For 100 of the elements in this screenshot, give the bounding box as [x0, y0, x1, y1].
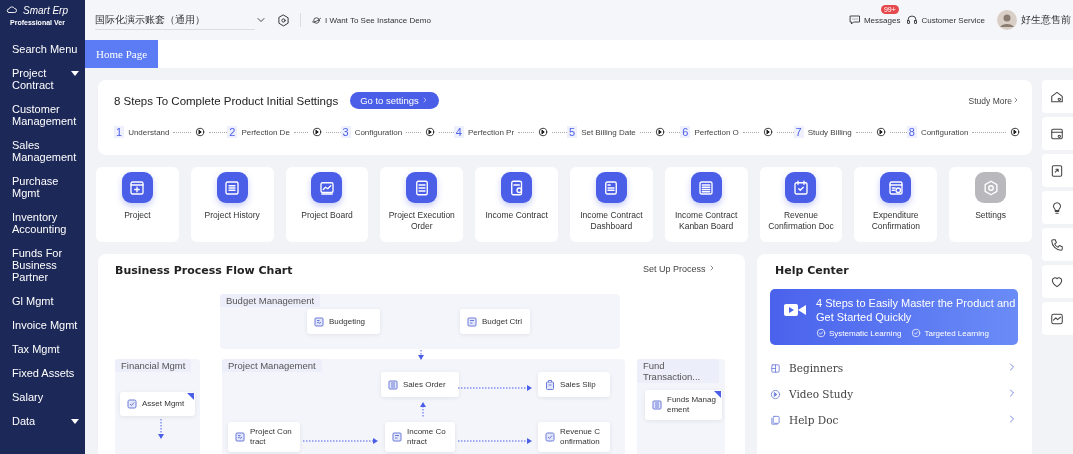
step-number: 1 [114, 126, 125, 138]
group-label: Budget Management [220, 294, 321, 307]
banner-tag: Targeted Learning [924, 328, 989, 338]
sidebar-item[interactable]: Purchase Mgmt [0, 169, 85, 205]
learning-banner[interactable]: 4 Steps to Easily Master the Product and Get Started Quickly Systematic Learning Targeted Learning [770, 289, 1018, 345]
heart-icon[interactable] [1050, 274, 1064, 289]
step-number: 7 [793, 126, 804, 138]
flow-node[interactable]: Funds Management [645, 390, 722, 420]
help-link[interactable]: Help Doc [770, 407, 1018, 433]
sidebar-item[interactable]: Gl Mgmt [0, 289, 85, 313]
group-label: Financial Mgmt [115, 359, 192, 372]
step-label[interactable]: Study Billing [807, 127, 852, 137]
list-icon [697, 178, 716, 197]
set-up-process-link[interactable]: Set Up Process [643, 264, 717, 274]
sidebar-item[interactable]: Invoice Mgmt [0, 313, 85, 337]
sidebar-item[interactable]: Fixed Assets [0, 361, 85, 385]
check-circle-icon [911, 328, 922, 338]
shortcut-tile[interactable]: Project History [190, 167, 274, 242]
headset-icon [906, 14, 919, 26]
play-circle-icon[interactable] [195, 127, 206, 137]
video-camera-icon [784, 302, 806, 318]
sidebar-item[interactable]: Data [0, 409, 85, 433]
messages-link[interactable]: Messages [863, 15, 901, 25]
play-circle-icon[interactable] [425, 127, 435, 137]
sidebar-item[interactable]: Customer Management [0, 97, 85, 133]
flow-node[interactable]: Asset Mgmt [120, 392, 195, 416]
chart-screen-icon[interactable] [1050, 311, 1064, 326]
step-label[interactable]: Configuration [354, 127, 403, 137]
step-label[interactable]: Understand [128, 127, 170, 137]
shortcut-tile[interactable]: Expenditure Confirmation [854, 167, 938, 242]
flow-node[interactable]: Income Contract [385, 422, 455, 452]
flow-arrow [158, 419, 164, 439]
group-label: Fund Transaction... [637, 359, 719, 383]
shortcut-tile[interactable]: Project [96, 167, 179, 242]
shortcut-tile[interactable]: Income Contract Dashboard [570, 167, 653, 242]
play-circle-icon[interactable] [655, 127, 666, 137]
flow-node[interactable]: Revenue Confirmation [538, 422, 610, 452]
banner-tag: Systematic Learning [829, 328, 902, 338]
planet-icon [311, 14, 322, 26]
step-number: 8 [906, 126, 917, 138]
step-label[interactable]: Perfection Pr [467, 127, 515, 137]
sidebar-item[interactable]: Funds For Business Partner [0, 241, 85, 289]
step-number: 4 [453, 126, 464, 138]
section-title: Help Center [774, 263, 850, 279]
go-to-settings-button[interactable]: Go to settings [350, 92, 440, 109]
play-circle-icon [770, 388, 781, 400]
sidebar-item[interactable]: Salary [0, 385, 85, 409]
customer-service-link[interactable]: Customer Service [921, 15, 985, 25]
shortcut-tile[interactable]: Project Board [285, 167, 369, 242]
list-icon [223, 178, 242, 197]
demo-link[interactable]: I Want To See Instance Demo [325, 15, 431, 25]
step-label[interactable]: Perfection O [694, 127, 739, 137]
shortcut-tile[interactable]: Revenue Confirmation Doc [759, 167, 843, 242]
banner-title: 4 Steps to Easily Master the Product and Get Started Quickly [816, 296, 1016, 324]
phone-icon[interactable] [1050, 237, 1064, 252]
message-icon [848, 14, 861, 26]
step-label[interactable]: Configuration [920, 127, 969, 137]
flow-node[interactable]: Project Contract [228, 422, 300, 452]
play-circle-icon[interactable] [1010, 127, 1020, 137]
sidebar-item[interactable]: Search Menu [0, 36, 85, 61]
tab[interactable]: Home Page [85, 40, 158, 68]
shortcut-tile[interactable]: Income Contract Kanban Board [664, 167, 748, 242]
step-number: 6 [680, 126, 691, 138]
play-circle-icon[interactable] [537, 127, 548, 137]
form-check-icon [886, 178, 905, 197]
settings-icon[interactable] [277, 13, 290, 27]
lightbulb-icon[interactable] [1050, 200, 1064, 215]
sidebar-item[interactable]: Sales Management [0, 133, 85, 169]
step-label[interactable]: Perfection De [241, 127, 290, 137]
account-select[interactable]: 国际化演示账套（通用） [95, 10, 255, 30]
flow-node[interactable]: Budgeting [307, 309, 380, 334]
study-more-link[interactable]: Study More [968, 95, 1020, 106]
shortcut-tile[interactable]: Project Execution Order [380, 167, 464, 242]
settings-icon [981, 178, 1000, 197]
home-gear-icon[interactable] [1050, 89, 1064, 104]
upload-doc-icon[interactable] [1050, 163, 1064, 178]
help-link[interactable]: Beginners [770, 355, 1018, 381]
play-circle-icon[interactable] [763, 127, 774, 137]
flow-node[interactable]: Budget Ctrl [460, 309, 530, 334]
sidebar-item[interactable]: Inventory Accounting [0, 205, 85, 241]
play-circle-icon[interactable] [876, 127, 887, 137]
check-circle-icon [816, 328, 826, 338]
setup-title: 8 Steps To Complete Product Initial Settings [114, 94, 339, 107]
shortcut-tile[interactable]: Settings [949, 167, 1032, 242]
flow-node[interactable]: Sales Order [381, 372, 459, 397]
avatar[interactable] [997, 10, 1017, 30]
chevron-right-icon [1012, 95, 1020, 104]
help-link[interactable]: Video Study [770, 381, 1018, 407]
flow-arrow [418, 350, 424, 360]
cloud-logo-icon [4, 4, 20, 16]
sidebar-item[interactable]: Project Contract [0, 61, 85, 97]
step-label[interactable]: Set Billing Date [581, 127, 636, 137]
flow-node[interactable]: Sales Slip [538, 372, 610, 397]
group-label: Project Management [222, 359, 322, 372]
sidebar-item[interactable]: Tax Mgmt [0, 337, 85, 361]
documents-icon [770, 414, 781, 426]
window-gear-icon[interactable] [1050, 126, 1064, 141]
play-circle-icon[interactable] [312, 127, 323, 137]
book-icon [770, 362, 781, 374]
shortcut-tile[interactable]: Income Contract [475, 167, 558, 242]
